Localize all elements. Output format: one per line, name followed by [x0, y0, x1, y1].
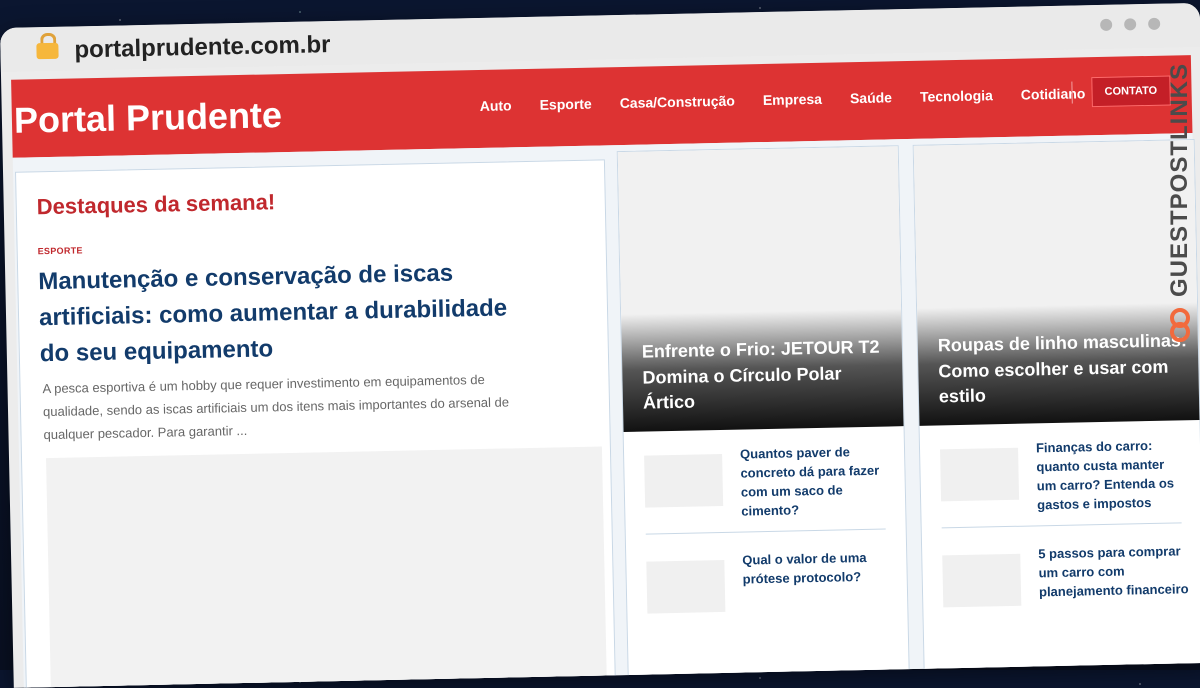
thumbnail-image[interactable] [646, 559, 726, 614]
window-dot-icon[interactable] [1148, 17, 1161, 30]
hero-image[interactable]: Roupas de linho masculinas: Como escolhe… [913, 140, 1200, 426]
list-divider [941, 522, 1182, 529]
menu-item-auto[interactable]: Auto [480, 97, 512, 114]
list-item-title[interactable]: Finanças do carro: quanto custa manter u… [1036, 436, 1188, 514]
list-item-title[interactable]: Qual o valor de uma prótese protocolo? [742, 548, 893, 589]
menu-item-casa-construcao[interactable]: Casa/Construção [620, 93, 735, 111]
list-item[interactable]: Qual o valor de uma prótese protocolo? [646, 548, 898, 633]
featured-image[interactable] [46, 446, 607, 688]
address-bar[interactable]: portalprudente.com.br [74, 31, 331, 64]
watermark-text: GUESTPOSTLINKS [1166, 62, 1193, 298]
window-dot-icon[interactable] [1100, 18, 1113, 31]
window-controls [1100, 17, 1161, 31]
thumbnail-image[interactable] [942, 553, 1022, 608]
menu-item-esporte[interactable]: Esporte [539, 96, 591, 113]
section-heading: Destaques da semana! [36, 189, 276, 220]
chain-link-icon [1170, 308, 1190, 342]
thumbnail-image[interactable] [940, 447, 1020, 502]
site-logo[interactable]: Portal Prudente [14, 94, 283, 142]
list-item-title[interactable]: 5 passos para comprar um carro com plane… [1038, 542, 1189, 602]
menu-item-saude[interactable]: Saúde [850, 89, 892, 106]
list-item[interactable]: Quantos paver de concreto dá para fazer … [644, 442, 896, 527]
contact-button[interactable]: CONTATO [1091, 75, 1171, 108]
featured-card: Destaques da semana! ESPORTE Manutenção … [15, 159, 616, 688]
featured-excerpt: A pesca esportiva é um hobby que requer … [42, 371, 510, 442]
menu-item-empresa[interactable]: Empresa [763, 91, 822, 108]
hero-title[interactable]: Enfrente o Frio: JETOUR T2 Domina o Círc… [642, 334, 894, 416]
main-menu: Auto Esporte Casa/Construção Empresa Saú… [480, 85, 1086, 114]
watermark: GUESTPOSTLINKS [1162, 56, 1198, 356]
list-divider [645, 528, 886, 535]
thumbnail-image[interactable] [644, 453, 724, 508]
hero-title[interactable]: Roupas de linho masculinas: Como escolhe… [938, 328, 1190, 410]
list-item[interactable]: Finanças do carro: quanto custa manter u… [940, 436, 1192, 521]
lock-icon [36, 32, 59, 60]
menu-item-tecnologia[interactable]: Tecnologia [920, 87, 993, 105]
browser-window: portalprudente.com.br Portal Prudente Au… [0, 2, 1200, 688]
menu-item-cotidiano[interactable]: Cotidiano [1021, 85, 1086, 102]
page-content: Destaques da semana! ESPORTE Manutenção … [12, 133, 1200, 688]
category-label[interactable]: ESPORTE [38, 245, 83, 256]
news-column-1: Enfrente o Frio: JETOUR T2 Domina o Círc… [616, 145, 910, 683]
list-item-title[interactable]: Quantos paver de concreto dá para fazer … [740, 442, 892, 520]
news-column-2: Roupas de linho masculinas: Como escolhe… [912, 139, 1200, 677]
list-item[interactable]: 5 passos para comprar um carro com plane… [942, 542, 1194, 627]
featured-title[interactable]: Manutenção e conservação de iscas artifi… [38, 254, 540, 372]
hero-image[interactable]: Enfrente o Frio: JETOUR T2 Domina o Círc… [617, 146, 904, 433]
window-dot-icon[interactable] [1124, 18, 1137, 31]
